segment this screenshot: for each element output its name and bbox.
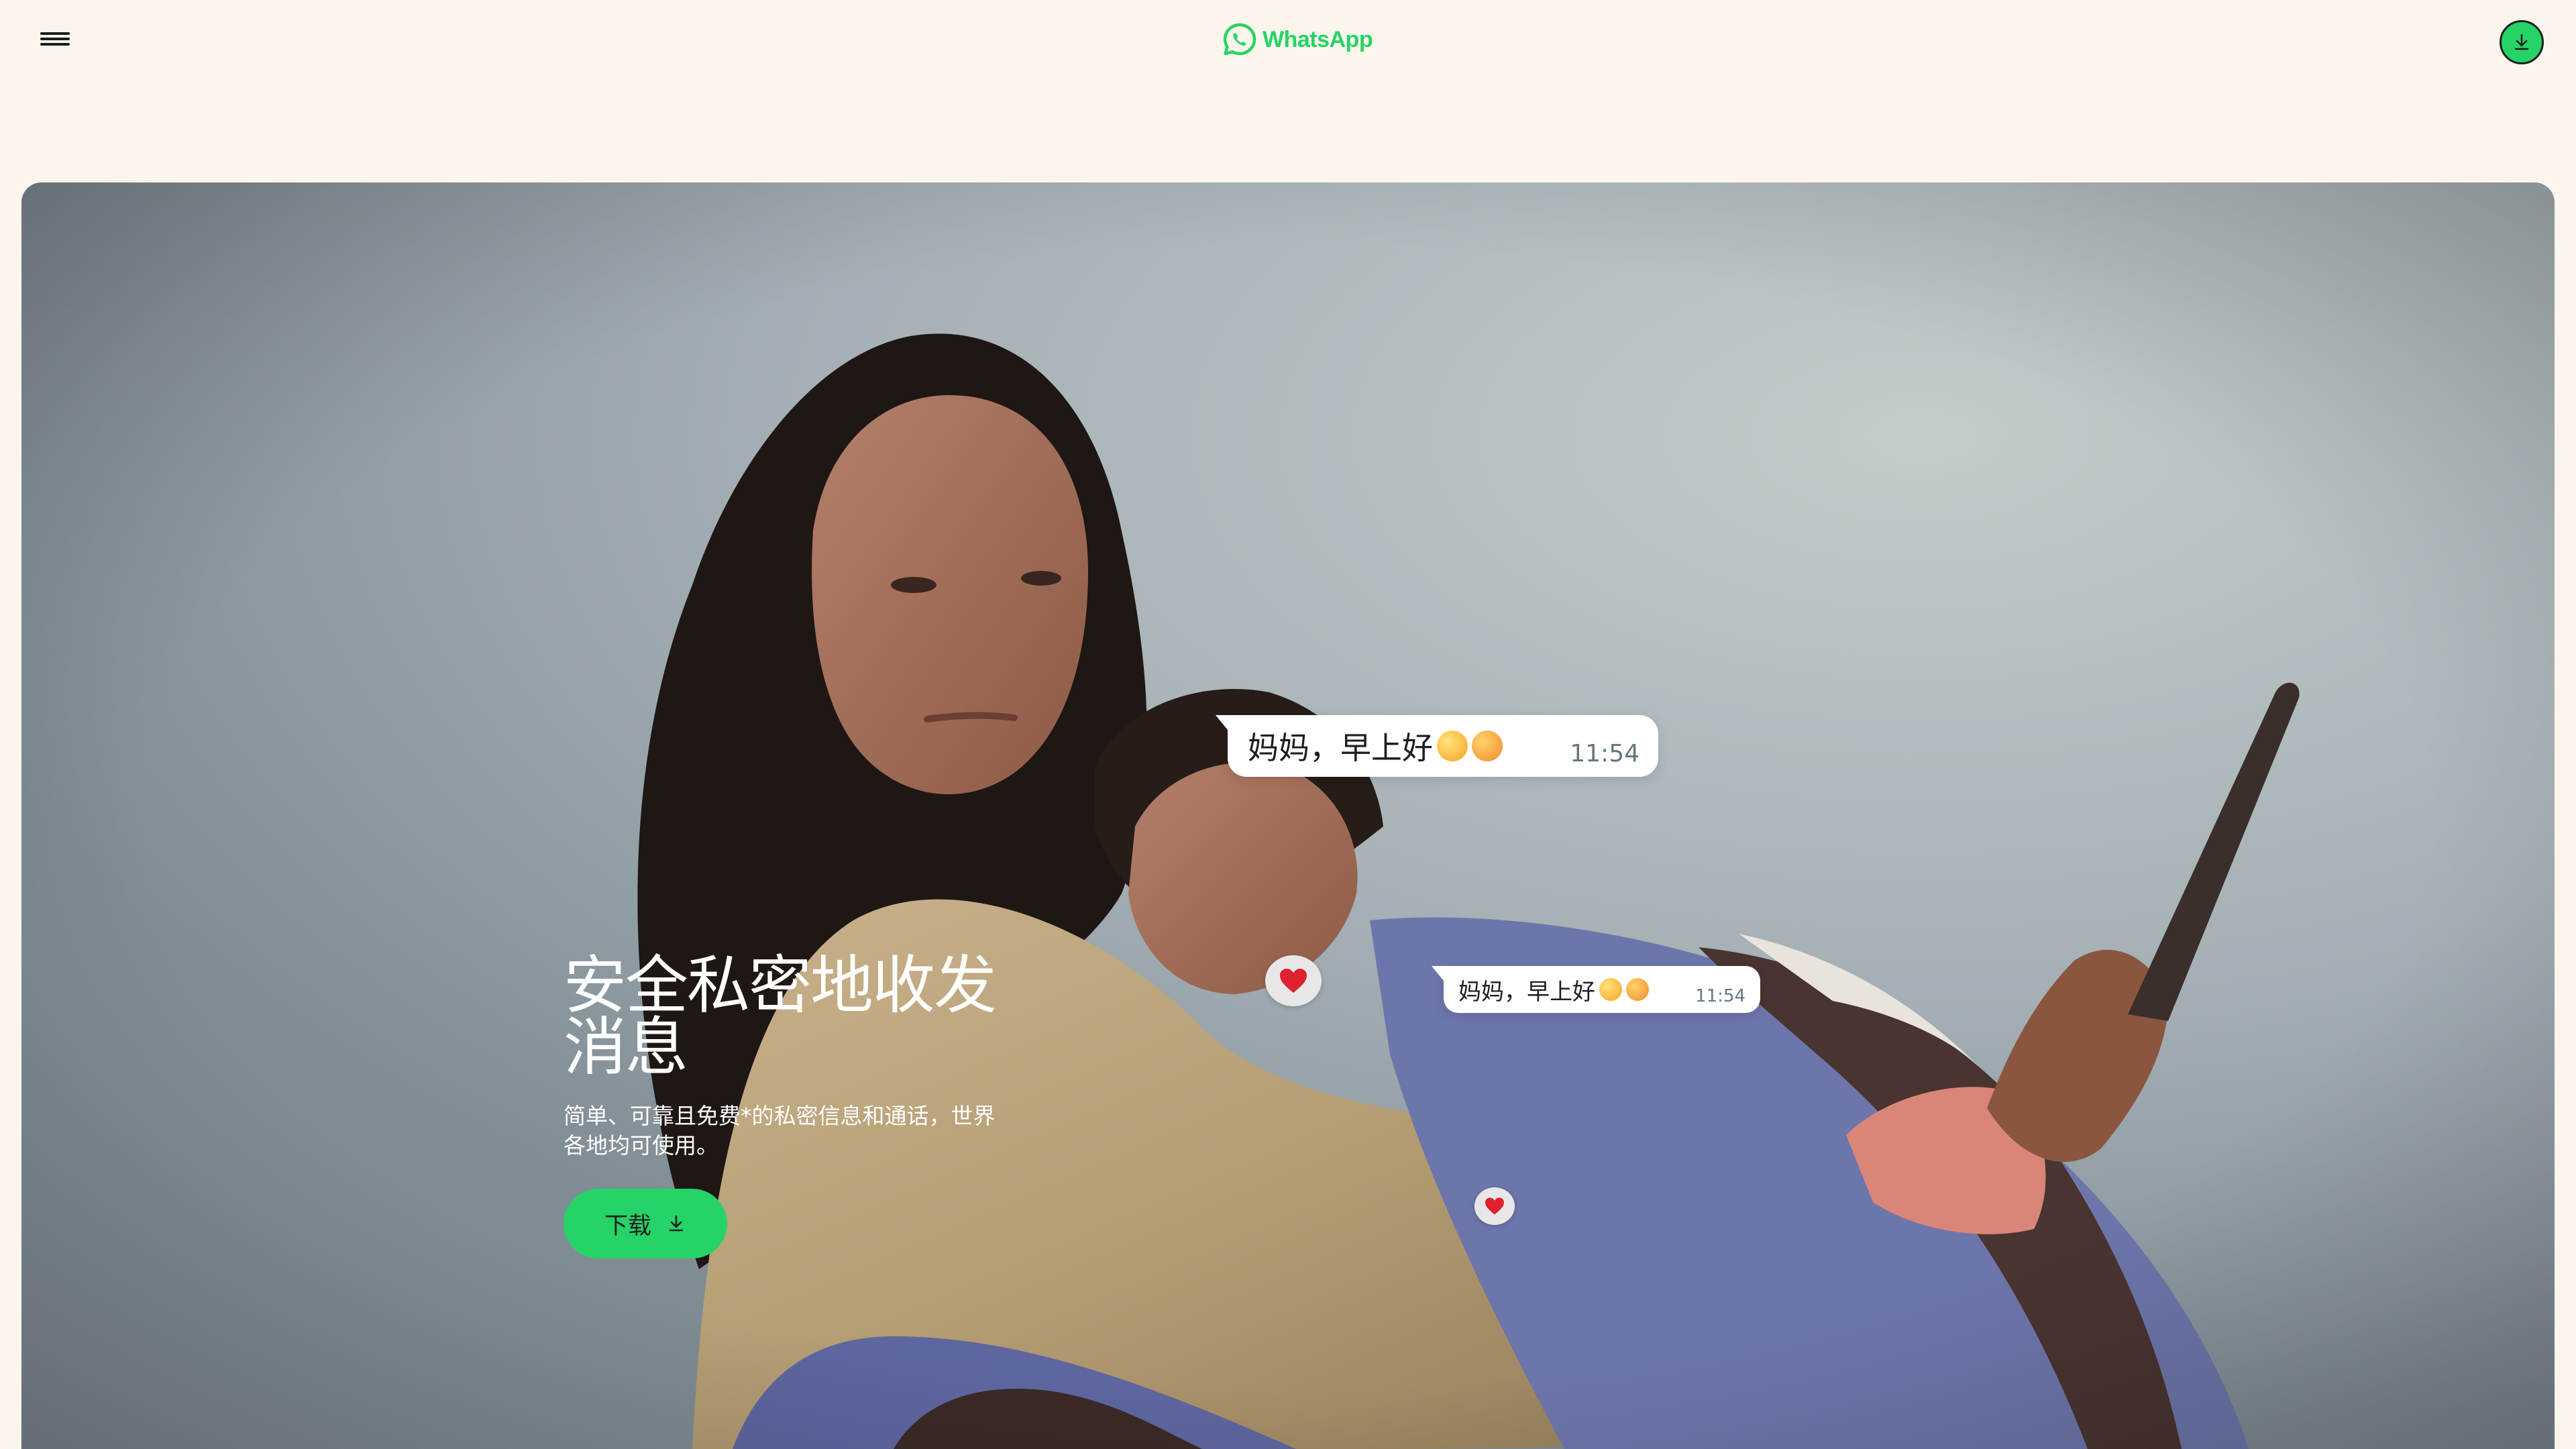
hero-photo xyxy=(21,182,2555,1449)
download-arrow-icon xyxy=(2514,34,2529,50)
logo-text: WhatsApp xyxy=(1263,26,1373,52)
whatsapp-logo[interactable]: WhatsApp xyxy=(1222,20,1373,59)
menu-line xyxy=(40,43,70,46)
download-button-label: 下载 xyxy=(604,1212,651,1240)
chat-bubble-large: 妈妈，早上好 11:54 xyxy=(1216,715,1658,777)
bubble-tail xyxy=(1216,715,1228,730)
red-heart-icon xyxy=(1280,969,1307,993)
bubble-tail xyxy=(1432,966,1444,981)
download-button[interactable]: 下载 xyxy=(564,1189,727,1258)
hero-subtitle: 简单、可靠且免费*的私密信息和通话，世界各地均可使用。 xyxy=(564,1103,996,1159)
download-arrow-icon xyxy=(669,1215,684,1232)
smiling-face-emoji-icon xyxy=(1599,978,1622,1001)
chat-message-text: 妈妈，早上好 xyxy=(1248,730,1433,766)
chat-message-text: 妈妈，早上好 xyxy=(1458,978,1595,1006)
whatsapp-logo-icon xyxy=(1223,23,1256,56)
smiling-face-with-hearts-emoji-icon xyxy=(1472,731,1503,761)
menu-line xyxy=(40,38,70,40)
menu-line xyxy=(40,32,70,35)
site-header: WhatsApp xyxy=(0,0,2576,80)
smiling-face-with-hearts-emoji-icon xyxy=(1626,978,1649,1001)
hamburger-menu-icon[interactable] xyxy=(38,28,75,52)
hero-title: 安全私密地收发消息 xyxy=(564,949,997,1084)
chat-bubble-small: 妈妈，早上好 11:54 xyxy=(1432,966,1760,1013)
heart-reaction-icon xyxy=(1265,955,1322,1006)
heart-reaction-icon xyxy=(1474,1187,1515,1225)
chat-message-time: 11:54 xyxy=(1570,740,1640,767)
chat-message-time: 11:54 xyxy=(1695,986,1746,1006)
red-heart-icon xyxy=(1485,1197,1504,1215)
download-icon[interactable] xyxy=(2500,20,2544,64)
hero-section: 妈妈，早上好 11:54 妈妈，早上好 11:54 安全私密地收发消息 简单、可… xyxy=(21,182,2555,1449)
smiling-face-emoji-icon xyxy=(1437,731,1468,761)
